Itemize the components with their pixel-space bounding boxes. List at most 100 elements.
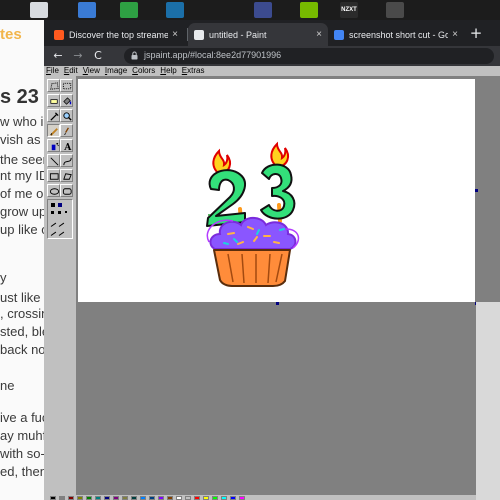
tab-discover-music[interactable]: Discover the top streamed music × [48,23,184,46]
color-swatch[interactable] [122,496,128,500]
magnifier-tool[interactable] [60,109,73,122]
background-text-fragment: back no [0,342,46,357]
color-swatch[interactable] [140,496,146,500]
nvidia-app-icon[interactable] [300,2,318,18]
pencil-icon [50,128,58,136]
forward-button[interactable]: → [70,48,86,64]
color-swatch[interactable] [167,496,173,500]
reload-button[interactable]: C [90,48,106,64]
rounded-rectangle-tool[interactable] [60,184,73,197]
rounded-rectangle-icon [62,188,72,195]
drawing-canvas[interactable] [78,79,478,305]
menu-help[interactable]: Help [160,66,176,76]
recycle-bin-icon[interactable] [30,2,48,18]
color-swatch[interactable] [131,496,137,500]
color-swatch[interactable] [86,496,92,500]
color-swatch[interactable] [203,496,209,500]
google-favicon-icon [334,29,344,40]
new-tab-button[interactable]: + [467,24,485,42]
tab-untitled-paint[interactable]: untitled - Paint × [188,23,328,46]
brush-shape-option[interactable] [50,231,57,236]
background-text-fragment: nt my ID [0,168,49,183]
background-text-fragment: sted, ble [0,324,50,339]
color-swatch[interactable] [194,496,200,500]
airbrush-tool[interactable] [47,139,60,152]
menu-view[interactable]: View [83,66,100,76]
gamepad-app-icon[interactable] [120,2,138,18]
nzxt-cam-icon[interactable]: NZXT [340,2,358,18]
color-swatch[interactable] [158,496,164,500]
canvas-area [76,76,500,500]
brush-shape-option[interactable] [58,222,65,227]
color-swatch[interactable] [113,496,119,500]
close-tab-icon[interactable]: × [316,29,322,40]
free-form-select-tool[interactable] [47,79,60,92]
address-bar[interactable]: jspaint.app/#local:8ee2d77901996 [124,48,494,64]
color-swatch[interactable] [176,496,182,500]
monitor-app-icon[interactable] [254,2,272,18]
brush-size-option[interactable] [58,203,62,207]
airbrush-icon [51,142,59,151]
color-swatch[interactable] [104,496,110,500]
paint-menubar: File Edit View Image Colors Help Extras [44,66,500,76]
menu-colors[interactable]: Colors [132,66,155,76]
color-swatch[interactable] [68,496,74,500]
back-button[interactable]: ← [50,48,66,64]
fill-tool[interactable] [60,94,73,107]
rectangle-tool[interactable] [47,169,60,182]
menu-file[interactable]: File [46,66,59,76]
background-text-fragment: with so- [0,446,45,461]
steam-app-icon[interactable] [166,2,184,18]
color-swatch[interactable] [50,496,56,500]
background-text-fragment: ust like r [0,290,49,305]
pencil-tool[interactable] [47,124,60,137]
desktop-background-strip [476,302,500,500]
lock-icon [131,51,138,60]
close-tab-icon[interactable]: × [172,29,178,40]
brush-size-option[interactable] [65,211,67,213]
line-tool[interactable] [47,154,60,167]
color-swatch[interactable] [212,496,218,500]
text-tool[interactable]: A [60,139,73,152]
menu-edit[interactable]: Edit [64,66,78,76]
tab-strip: Discover the top streamed music × untitl… [44,20,500,46]
background-text-fragment: , crossin [0,306,49,321]
tab-google-search[interactable]: screenshot short cut - Google Se × [328,23,464,46]
power-app-icon[interactable] [386,2,404,18]
menu-image[interactable]: Image [105,66,127,76]
brush-shape-option[interactable] [58,231,65,236]
color-swatch[interactable] [221,496,227,500]
brush-tool[interactable] [60,124,73,137]
brush-size-option[interactable] [51,211,54,214]
color-swatch[interactable] [185,496,191,500]
polygon-tool[interactable] [60,169,73,182]
document-favicon-icon [194,29,204,40]
background-text-fragment: the seen [0,152,50,167]
canvas-resize-handle[interactable] [276,302,279,305]
line-icon [50,157,59,166]
brush-icon [63,127,70,136]
background-text-fragment: tes [0,26,22,43]
color-swatch[interactable] [230,496,236,500]
text-icon: A [63,142,72,152]
brush-size-option[interactable] [58,211,61,214]
color-palette [44,495,500,500]
select-tool[interactable] [60,79,73,92]
background-text-fragment: w who i [0,114,44,129]
brush-shape-option[interactable] [50,222,57,227]
close-tab-icon[interactable]: × [452,29,458,40]
color-swatch[interactable] [149,496,155,500]
brush-size-option[interactable] [51,203,55,207]
ellipse-tool[interactable] [47,184,60,197]
pick-color-tool[interactable] [47,109,60,122]
calendar-app-icon[interactable] [78,2,96,18]
magnifier-icon [63,112,72,121]
color-swatch[interactable] [239,496,245,500]
color-swatch[interactable] [95,496,101,500]
menu-extras[interactable]: Extras [182,66,205,76]
color-swatch[interactable] [59,496,65,500]
eraser-tool[interactable] [47,94,60,107]
color-swatch[interactable] [77,496,83,500]
curve-tool[interactable] [60,154,73,167]
canvas-resize-handle[interactable] [475,189,478,192]
